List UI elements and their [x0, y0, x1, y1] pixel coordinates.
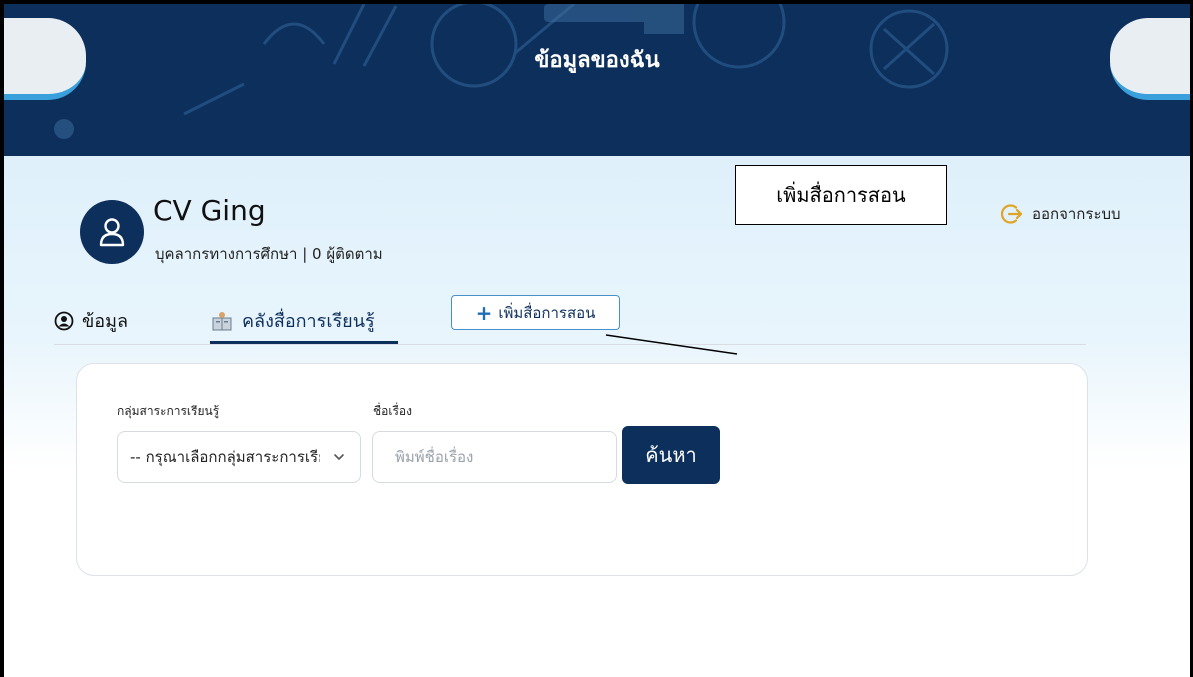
search-button[interactable]: ค้นหา — [622, 426, 720, 484]
plus-icon: + — [475, 300, 493, 325]
logout-label: ออกจากระบบ — [1032, 205, 1121, 223]
search-card: กลุ่มสาระการเรียนรู้ ชื่อเรื่อง -- กรุณา… — [76, 363, 1088, 576]
add-teaching-media-button[interactable]: + เพิ่มสื่อการสอน — [451, 295, 620, 330]
banner-decoration — [54, 4, 949, 139]
user-icon — [99, 218, 125, 247]
user-circle-icon — [54, 311, 74, 330]
title-label: ชื่อเรื่อง — [373, 404, 412, 418]
subject-group-select[interactable]: -- กรุณาเลือกกลุ่มสาระการเรียนรู้ -- — [117, 431, 361, 483]
add-teaching-media-label: เพิ่มสื่อการสอน — [498, 303, 596, 322]
book-icon — [212, 311, 232, 330]
subject-group-label: กลุ่มสาระการเรียนรู้ — [117, 404, 220, 418]
chevron-down-icon — [334, 454, 344, 460]
subject-group-selected: -- กรุณาเลือกกลุ่มสาระการเรียนรู้ -- — [130, 448, 320, 466]
avatar — [80, 200, 144, 264]
tab-library[interactable]: คลังสื่อการเรียนรู้ — [210, 306, 375, 335]
header-banner: ข้อมูลของฉัน — [4, 4, 1190, 156]
profile-content: CV Ging บุคลากรทางการศึกษา | 0 ผู้ติดตาม… — [4, 156, 1190, 677]
tabs-divider — [54, 344, 1086, 345]
title-search-input[interactable] — [372, 431, 617, 483]
active-tab-indicator — [210, 341, 398, 344]
annotation-callout: เพิ่มสื่อการสอน — [735, 165, 947, 225]
profile-name: CV Ging — [153, 194, 266, 227]
profile-subtitle: บุคลากรทางการศึกษา | 0 ผู้ติดตาม — [155, 245, 383, 263]
logout-button[interactable]: ออกจากระบบ — [1000, 202, 1121, 226]
tab-info-label: ข้อมูล — [82, 311, 129, 332]
logout-icon — [1000, 204, 1023, 224]
tab-library-label: คลังสื่อการเรียนรู้ — [242, 311, 375, 332]
tab-info[interactable]: ข้อมูล — [54, 306, 128, 335]
page-title: ข้อมูลของฉัน — [534, 48, 660, 73]
